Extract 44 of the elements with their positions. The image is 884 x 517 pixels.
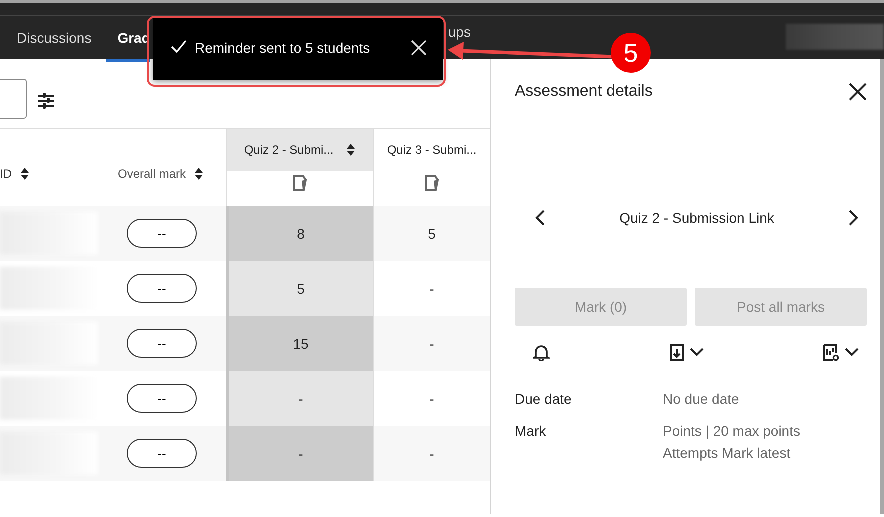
column-header[interactable]: Quiz 2 - Submi... <box>227 129 373 171</box>
mark-cell[interactable]: - <box>226 426 373 481</box>
sort-icon[interactable] <box>20 166 30 180</box>
overall-mark-button[interactable]: -- <box>127 329 197 358</box>
report-icon[interactable] <box>823 344 839 361</box>
step-badge: 5 <box>611 33 651 73</box>
sort-icon[interactable] <box>194 166 204 180</box>
toast-message: Reminder sent to 5 students <box>195 40 372 56</box>
filter-icon[interactable] <box>38 92 54 108</box>
mark-cell[interactable]: 5 <box>373 206 490 261</box>
nav-tab[interactable]: ups <box>448 23 471 41</box>
mark-cell[interactable]: 15 <box>226 316 373 371</box>
overall-mark-button[interactable]: -- <box>127 274 197 303</box>
next-icon[interactable] <box>849 210 859 226</box>
column-header[interactable]: Quiz 3 - Submi... <box>374 129 490 171</box>
overall-mark-button[interactable]: -- <box>127 384 197 413</box>
detail-label: Due date <box>515 391 573 407</box>
overall-mark-button[interactable]: -- <box>127 219 197 248</box>
detail-value: No due date <box>663 391 740 407</box>
mark-cell[interactable]: 8 <box>226 206 373 261</box>
detail-value: Points | 20 max points <box>663 423 802 439</box>
mark-cell[interactable]: - <box>226 371 373 426</box>
overall-mark-button[interactable]: -- <box>127 439 197 468</box>
mark-cell[interactable]: - <box>373 316 490 371</box>
check-icon <box>171 40 187 54</box>
assessment-name: Quiz 2 - Submission Link <box>620 210 774 226</box>
detail-value: Attempts Mark latest <box>663 445 792 461</box>
document-icon <box>292 175 308 191</box>
mark-cell[interactable]: 5 <box>226 261 373 316</box>
document-icon <box>424 175 440 191</box>
column-header: Overall mark <box>118 166 186 180</box>
download-icon[interactable] <box>670 344 684 361</box>
panel-title: Assessment details <box>515 83 653 101</box>
nav-tab[interactable]: Discussions <box>17 16 92 62</box>
previous-icon[interactable] <box>535 210 545 226</box>
caret-icon[interactable] <box>690 348 704 357</box>
sort-icon[interactable] <box>346 143 356 157</box>
search-field[interactable] <box>0 78 27 118</box>
close-icon[interactable] <box>849 83 867 101</box>
bell-icon[interactable] <box>533 344 550 361</box>
detail-label: Mark <box>515 423 548 441</box>
mark-cell[interactable]: - <box>373 426 490 481</box>
column-header: ID <box>0 166 12 180</box>
caret-icon[interactable] <box>845 348 859 357</box>
